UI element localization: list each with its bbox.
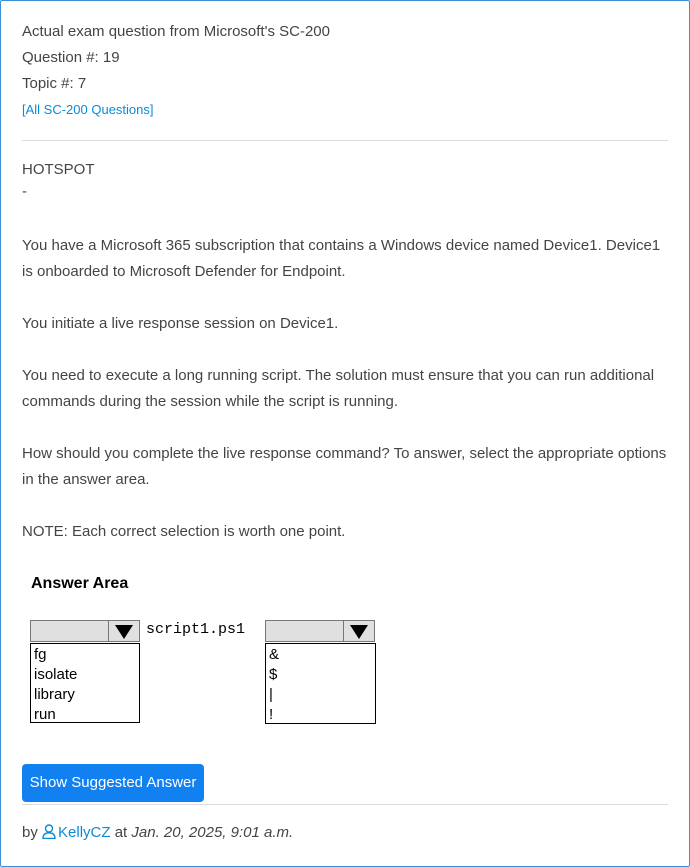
operator-options-list: & $ | ! (265, 643, 376, 724)
operator-dropdown-button[interactable] (343, 621, 374, 641)
exam-title: Actual exam question from Microsoft's SC… (22, 23, 330, 40)
post-date: Jan. 20, 2025, 9:01 a.m. (131, 824, 294, 841)
footer-divider (22, 804, 668, 805)
operator-dropdown[interactable] (265, 620, 375, 642)
command-option[interactable]: fg (34, 645, 136, 665)
script-name: script1.ps1 (146, 621, 246, 638)
dropdown-arrow-icon (350, 625, 368, 639)
dropdown-arrow-icon (115, 625, 133, 639)
question-number: Question #: 19 (22, 49, 120, 66)
user-icon (42, 824, 56, 843)
command-option[interactable]: library (34, 685, 136, 705)
operator-option[interactable]: | (269, 685, 372, 705)
answer-area: Answer Area fg isolate library run scrip… (22, 575, 668, 765)
byline-prefix: by (22, 824, 38, 841)
header-divider (22, 140, 668, 141)
question-paragraph: You initiate a live response session on … (22, 315, 339, 332)
question-dash: - (22, 183, 27, 200)
question-paragraph: You have a Microsoft 365 subscription th… (22, 237, 661, 280)
question-card: Actual exam question from Microsoft's SC… (0, 0, 690, 867)
command-option[interactable]: isolate (34, 665, 136, 685)
byline: by KellyCZ at Jan. 20, 2025, 9:01 a.m. (22, 824, 293, 843)
byline-at: at (114, 824, 128, 841)
note-paragraph: NOTE: Each correct selection is worth on… (22, 523, 346, 540)
command-dropdown-button[interactable] (108, 621, 139, 641)
operator-option[interactable]: $ (269, 665, 372, 685)
topic-number: Topic #: 7 (22, 75, 87, 92)
author-name: KellyCZ (58, 824, 111, 841)
command-options-list: fg isolate library run (30, 643, 140, 723)
show-suggested-answer-button[interactable]: Show Suggested Answer (22, 764, 204, 802)
answer-area-title: Answer Area (31, 575, 129, 592)
operator-option[interactable]: & (269, 645, 372, 665)
command-option[interactable]: run (34, 705, 136, 725)
question-type: HOTSPOT (22, 161, 95, 178)
all-questions-link[interactable]: [All SC-200 Questions] (22, 97, 154, 123)
question-paragraph: You need to execute a long running scrip… (22, 367, 655, 410)
command-dropdown[interactable] (30, 620, 140, 642)
operator-option[interactable]: ! (269, 705, 372, 725)
question-paragraph: How should you complete the live respons… (22, 445, 667, 488)
author-link[interactable]: KellyCZ (42, 824, 115, 841)
